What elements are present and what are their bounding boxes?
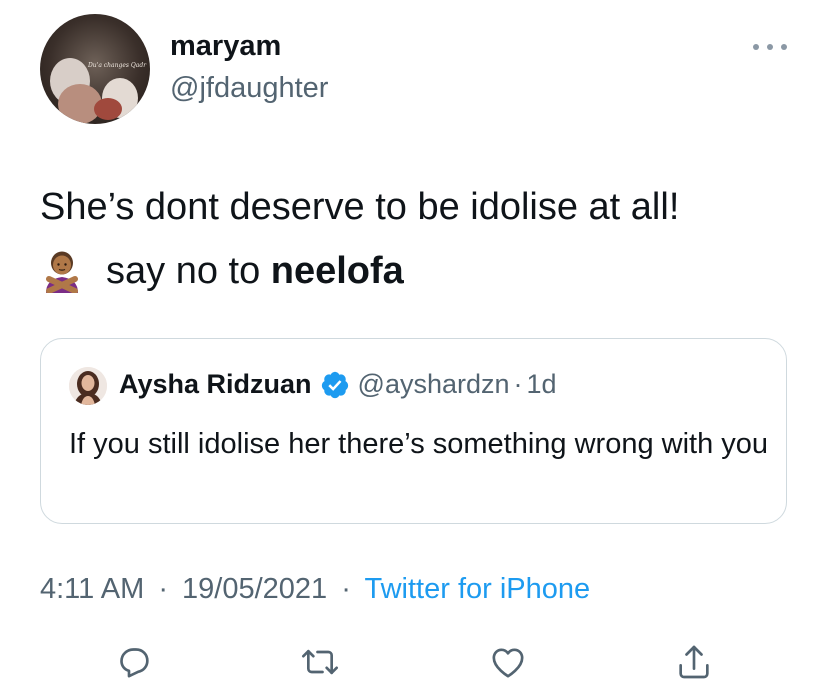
tweet-body: She’s dont deserve to be idolise at all!… [40,175,780,303]
author-display-name[interactable]: maryam [170,30,281,63]
retweet-icon [302,649,338,675]
quoted-separator: · [513,369,523,399]
quoted-tweet-card[interactable]: Aysha Ridzuan @ayshardzn · 1d If you sti… [40,338,787,524]
more-dot [753,44,759,50]
author-avatar[interactable]: Du'a changes Qadr [40,14,150,124]
quoted-handle[interactable]: @ayshardzn [358,369,510,400]
retweet-button[interactable] [298,640,342,684]
reply-icon [120,648,149,678]
share-icon [679,645,709,679]
more-dot [767,44,773,50]
quoted-display-name[interactable]: Aysha Ridzuan [119,369,312,400]
tweet-line-2: say no to neelofa [40,239,780,303]
author-handle[interactable]: @jfdaughter [170,72,328,105]
verified-badge-icon [321,371,348,398]
tweet-meta: 4:11 AM · 19/05/2021 · Twitter for iPhon… [40,573,590,606]
more-options-icon[interactable] [753,38,787,56]
tweet-time: 4:11 AM [40,573,145,605]
person-gesturing-no-icon [46,251,78,293]
tweet-line-1: She’s dont deserve to be idolise at all! [40,186,680,228]
meta-separator: · [341,573,351,605]
like-button[interactable] [486,640,530,684]
more-dot [781,44,787,50]
tweet-source-link[interactable]: Twitter for iPhone [364,573,590,605]
tweet-date: 19/05/2021 [182,573,328,605]
avatar-caption: Du'a changes Qadr [88,62,147,69]
action-bar [0,640,813,684]
quoted-author-avatar[interactable] [69,367,107,405]
share-button[interactable] [672,640,716,684]
quoted-text: If you still idolise her there’s somethi… [69,428,769,460]
quoted-header: Aysha Ridzuan @ayshardzn · 1d [119,369,557,400]
quoted-age: 1d [526,369,557,399]
reply-button[interactable] [112,640,156,684]
tweet-line-2-text: say no to [106,250,271,292]
like-icon [492,648,524,678]
tweet-mention-strong: neelofa [270,250,404,292]
avatar-flower [94,98,122,120]
meta-separator: · [158,573,168,605]
quoted-avatar-portrait [69,367,107,405]
